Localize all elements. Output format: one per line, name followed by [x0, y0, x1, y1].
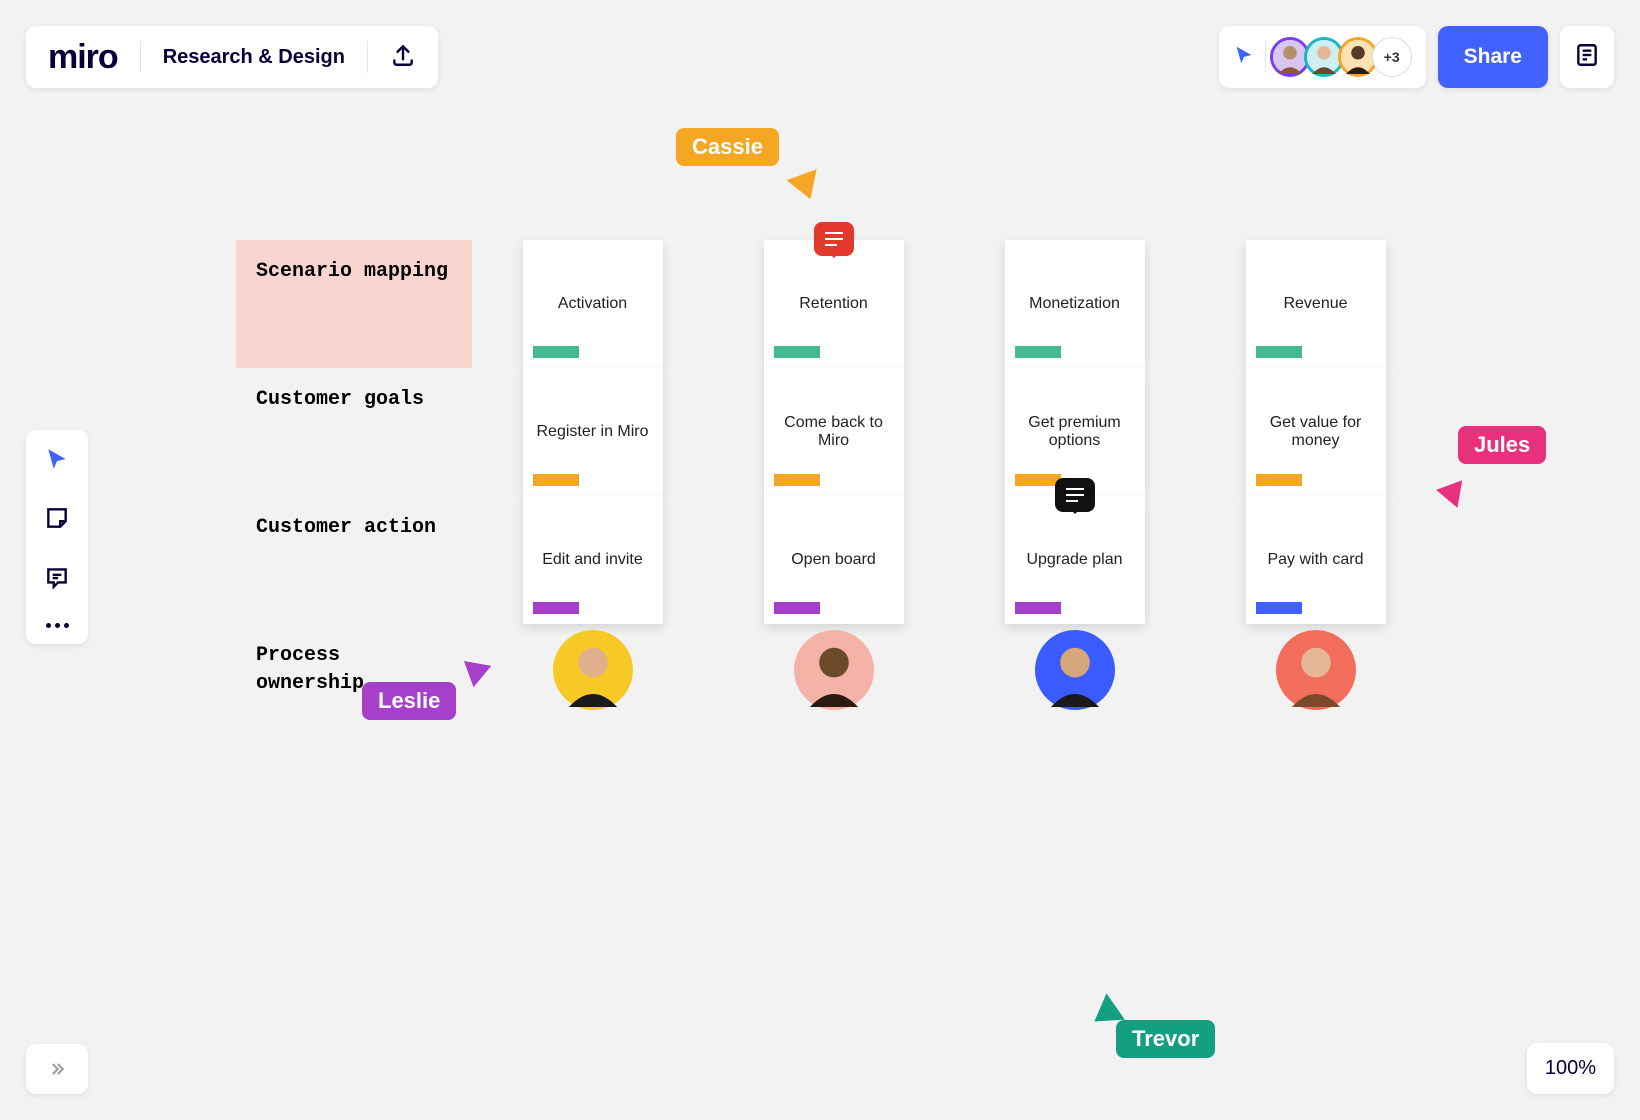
- card-text: Get premium options: [1015, 414, 1135, 450]
- cursor-label-jules: Jules: [1458, 426, 1546, 464]
- card-premium[interactable]: Get premium options: [1005, 368, 1145, 496]
- owner-avatar[interactable]: [1035, 630, 1115, 710]
- grid-cell[interactable]: Come back to Miro: [713, 368, 954, 496]
- sticky-note-tool[interactable]: [44, 505, 70, 536]
- avatar-stack[interactable]: +3: [1276, 37, 1412, 77]
- grid-cell[interactable]: Open board: [713, 496, 954, 624]
- grid-cell[interactable]: Activation: [472, 240, 713, 368]
- grid-cell[interactable]: Edit and invite: [472, 496, 713, 624]
- tag: [533, 474, 579, 486]
- collaborators-panel: +3: [1219, 26, 1426, 88]
- cursor-pointer-icon: [1434, 476, 1462, 508]
- tag: [533, 346, 579, 358]
- card-text: Open board: [791, 551, 876, 569]
- card-monetization[interactable]: Monetization: [1005, 240, 1145, 368]
- card-text: Retention: [799, 295, 868, 313]
- card-revenue[interactable]: Revenue: [1246, 240, 1386, 368]
- card-edit-invite[interactable]: Edit and invite: [523, 496, 663, 624]
- card-text: Pay with card: [1267, 551, 1363, 569]
- export-icon[interactable]: [390, 42, 416, 73]
- grid-cell[interactable]: Pay with card: [1195, 496, 1436, 624]
- card-text: Get value for money: [1256, 414, 1376, 450]
- tag: [1256, 602, 1302, 614]
- grid-cell[interactable]: Monetization: [954, 240, 1195, 368]
- expand-toolbar[interactable]: [26, 1044, 88, 1094]
- document-icon: [1574, 42, 1600, 73]
- left-toolbar: [26, 430, 88, 644]
- card-text: Revenue: [1283, 295, 1347, 313]
- card-text: Upgrade plan: [1026, 551, 1122, 569]
- card-register[interactable]: Register in Miro: [523, 368, 663, 496]
- grid-cell[interactable]: Get premium options: [954, 368, 1195, 496]
- cursor-icon[interactable]: [1233, 44, 1255, 71]
- tag: [774, 474, 820, 486]
- topbar-left: miro Research & Design: [26, 26, 438, 88]
- grid-cell[interactable]: [713, 624, 954, 716]
- comment-bubble-icon[interactable]: [1055, 478, 1095, 512]
- card-text: Monetization: [1029, 295, 1120, 313]
- card-comeback[interactable]: Come back to Miro: [764, 368, 904, 496]
- card-text: Register in Miro: [536, 423, 648, 441]
- cursor-pointer-icon: [787, 169, 826, 204]
- grid-cell[interactable]: Retention: [713, 240, 954, 368]
- tag: [774, 346, 820, 358]
- grid-cell[interactable]: Revenue: [1195, 240, 1436, 368]
- row-label-scenario: Scenario mapping: [236, 240, 472, 368]
- grid-cell[interactable]: [472, 624, 713, 716]
- tag: [1256, 346, 1302, 358]
- notes-button[interactable]: [1560, 26, 1614, 88]
- grid-cell[interactable]: Upgrade plan: [954, 496, 1195, 624]
- comment-tool[interactable]: [44, 564, 70, 595]
- card-value[interactable]: Get value for money: [1246, 368, 1386, 496]
- card-text: Activation: [558, 295, 627, 313]
- owner-avatar[interactable]: [1276, 630, 1356, 710]
- topbar-right: +3 Share: [1219, 26, 1614, 88]
- grid-cell[interactable]: Get value for money: [1195, 368, 1436, 496]
- avatar-overflow[interactable]: +3: [1372, 37, 1412, 77]
- comment-bubble-icon[interactable]: [814, 222, 854, 256]
- grid-cell[interactable]: [954, 624, 1195, 716]
- app-logo[interactable]: miro: [48, 38, 118, 77]
- grid-cell[interactable]: [1195, 624, 1436, 716]
- grid-cell[interactable]: Register in Miro: [472, 368, 713, 496]
- select-tool[interactable]: [44, 446, 70, 477]
- cursor-label-trevor: Trevor: [1116, 1020, 1215, 1058]
- tag: [533, 602, 579, 614]
- card-text: Edit and invite: [542, 551, 643, 569]
- tag: [1015, 346, 1061, 358]
- tag: [1015, 602, 1061, 614]
- divider: [1265, 41, 1266, 73]
- card-open-board[interactable]: Open board: [764, 496, 904, 624]
- card-retention[interactable]: Retention: [764, 240, 904, 368]
- card-upgrade[interactable]: Upgrade plan: [1005, 496, 1145, 624]
- divider: [140, 41, 141, 73]
- card-pay[interactable]: Pay with card: [1246, 496, 1386, 624]
- divider: [367, 41, 368, 73]
- tag: [1256, 474, 1302, 486]
- cursor-label-leslie: Leslie: [362, 682, 456, 720]
- canvas-grid[interactable]: Scenario mapping Activation Retention Mo…: [236, 240, 1436, 716]
- share-button[interactable]: Share: [1438, 26, 1548, 88]
- cursor-label-cassie: Cassie: [676, 128, 779, 166]
- row-label-action: Customer action: [236, 496, 472, 624]
- owner-avatar[interactable]: [794, 630, 874, 710]
- board-title[interactable]: Research & Design: [163, 46, 345, 69]
- zoom-level[interactable]: 100%: [1527, 1043, 1614, 1094]
- tag: [774, 602, 820, 614]
- more-tools[interactable]: [46, 623, 69, 628]
- card-text: Come back to Miro: [774, 414, 894, 450]
- row-label-goals: Customer goals: [236, 368, 472, 496]
- owner-avatar[interactable]: [553, 630, 633, 710]
- card-activation[interactable]: Activation: [523, 240, 663, 368]
